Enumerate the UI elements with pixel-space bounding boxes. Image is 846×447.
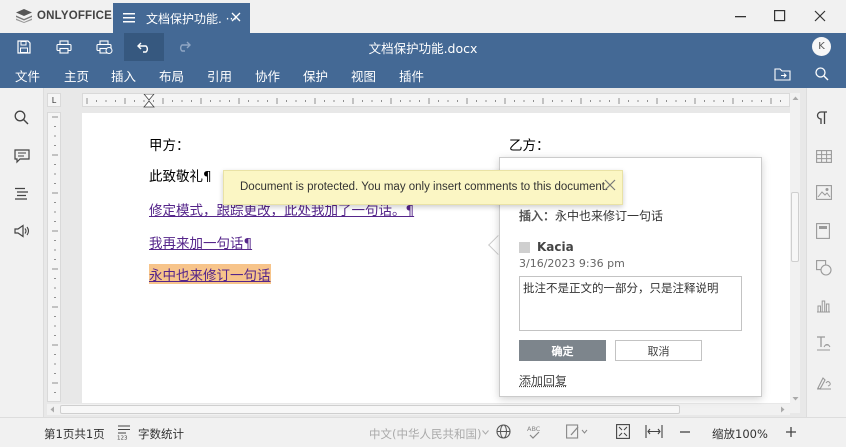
party-a-label: 甲方：: [149, 138, 190, 154]
commented-line[interactable]: 永中也来修订一句话: [149, 264, 271, 284]
scroll-down-icon[interactable]: [792, 395, 799, 402]
app-name: ONLYOFFICE: [37, 10, 113, 22]
tab-stop-selector[interactable]: L: [47, 93, 61, 107]
word-count-icon: 123: [117, 425, 130, 441]
signature-icon[interactable]: [816, 374, 832, 390]
right-sidebar: [806, 88, 846, 417]
comment-author-swatch: [519, 242, 530, 253]
tab-references[interactable]: 引用: [207, 66, 232, 85]
text-art-icon[interactable]: [816, 335, 831, 351]
navigation-icon[interactable]: [14, 187, 29, 200]
party-b-label: 乙方：: [509, 138, 550, 154]
find-icon[interactable]: [14, 110, 29, 125]
status-bar: 第1页共1页 123 字数统计 中文(中华人民共和国) ABC 缩放100%: [0, 417, 846, 447]
ok-button[interactable]: 确定: [519, 340, 606, 361]
header-footer-icon[interactable]: [816, 223, 830, 239]
change-summary: 插入：永中也来修订一句话: [519, 207, 663, 224]
comment-author: Kacia: [537, 240, 574, 254]
tab-insert[interactable]: 插入: [111, 66, 136, 85]
zoom-level[interactable]: 缩放100%: [712, 426, 768, 442]
open-location-icon[interactable]: [774, 68, 791, 81]
chart-settings-icon[interactable]: [816, 299, 831, 313]
hamburger-menu-icon[interactable]: [123, 13, 135, 23]
horizontal-ruler[interactable]: [82, 93, 790, 108]
zoom-out-icon[interactable]: [679, 425, 691, 439]
tab-layout[interactable]: 布局: [159, 66, 184, 85]
search-icon[interactable]: [815, 67, 829, 81]
close-window-icon[interactable]: [814, 9, 826, 23]
scroll-left-icon[interactable]: [49, 406, 56, 413]
fit-to-page-icon[interactable]: [616, 424, 630, 439]
image-settings-icon[interactable]: [816, 185, 832, 200]
feedback-speaker-icon[interactable]: [14, 224, 30, 238]
horizontal-scroll-thumb[interactable]: [60, 405, 680, 414]
add-reply-link[interactable]: 添加回复: [519, 372, 567, 389]
vertical-ruler[interactable]: [47, 112, 61, 402]
spell-check-icon[interactable]: ABC: [527, 424, 544, 439]
scroll-up-icon[interactable]: [792, 95, 799, 102]
svg-text:123: 123: [117, 436, 128, 441]
paragraph-settings-icon[interactable]: [816, 111, 828, 125]
table-settings-icon[interactable]: [816, 150, 832, 163]
horizontal-ruler-ticks: [86, 94, 781, 108]
protection-notice-text: Document is protected. You may only inse…: [240, 181, 609, 193]
scroll-right-icon[interactable]: [779, 406, 786, 413]
closing-text: 此致敬礼¶: [149, 169, 212, 185]
comments-icon[interactable]: [14, 149, 30, 164]
change-type-label: 插入：: [519, 209, 556, 223]
close-tab-icon[interactable]: [231, 12, 241, 22]
change-text: 永中也来修订一句话: [555, 209, 664, 223]
zoom-in-icon[interactable]: [785, 425, 797, 439]
tab-collaboration[interactable]: 协作: [255, 66, 280, 85]
tab-view[interactable]: 视图: [351, 66, 376, 85]
doc-language-globe-icon[interactable]: [496, 424, 511, 439]
tab-protection[interactable]: 保护: [303, 66, 328, 85]
fit-to-width-icon[interactable]: [645, 424, 663, 439]
language-selector[interactable]: 中文(中华人民共和国): [369, 426, 481, 442]
editor-header: 文档保护功能.docx K 文件 主页 插入 布局 引用 协作 保护 视图 插件: [0, 33, 846, 88]
maximize-icon[interactable]: [774, 9, 786, 23]
title-tab-bar: ONLYOFFICE 文档保护功能. ···: [0, 0, 846, 33]
document-tab[interactable]: 文档保护功能. ···: [113, 3, 250, 33]
comment-date: 3/16/2023 9:36 pm: [519, 257, 625, 270]
track-changes-icon[interactable]: [566, 424, 588, 439]
document-title: 文档保护功能.docx: [368, 41, 478, 56]
close-notice-icon[interactable]: [604, 179, 616, 191]
comment-text-field[interactable]: 批注不是正文的一部分，只是注释说明: [519, 276, 742, 331]
inserted-line[interactable]: 我再来加一句话¶: [149, 232, 252, 252]
tab-plugins[interactable]: 插件: [399, 66, 424, 85]
tab-file[interactable]: 文件: [15, 66, 40, 85]
tab-home[interactable]: 主页: [64, 66, 89, 85]
app-logo[interactable]: ONLYOFFICE: [16, 9, 112, 23]
menu-tabs: 文件 主页 插入 布局 引用 协作 保护 视图 插件: [0, 60, 846, 88]
page-info[interactable]: 第1页共1页: [44, 426, 105, 442]
vertical-ruler-ticks: [52, 116, 58, 393]
protection-notice: Document is protected. You may only inse…: [223, 170, 623, 205]
user-avatar[interactable]: K: [812, 37, 831, 56]
word-count-button[interactable]: 字数统计: [138, 426, 184, 442]
cancel-button[interactable]: 取消: [615, 340, 702, 361]
vertical-scroll-thumb[interactable]: [791, 192, 799, 262]
minimize-icon[interactable]: [735, 9, 747, 23]
language-dropdown-icon[interactable]: [482, 430, 489, 435]
closing-line[interactable]: 此致敬礼¶: [149, 165, 212, 185]
shape-settings-icon[interactable]: [816, 260, 832, 276]
left-sidebar: [0, 88, 44, 417]
onlyoffice-logo-icon: [16, 9, 32, 23]
document-tab-label: 文档保护功能. ···: [146, 12, 238, 26]
